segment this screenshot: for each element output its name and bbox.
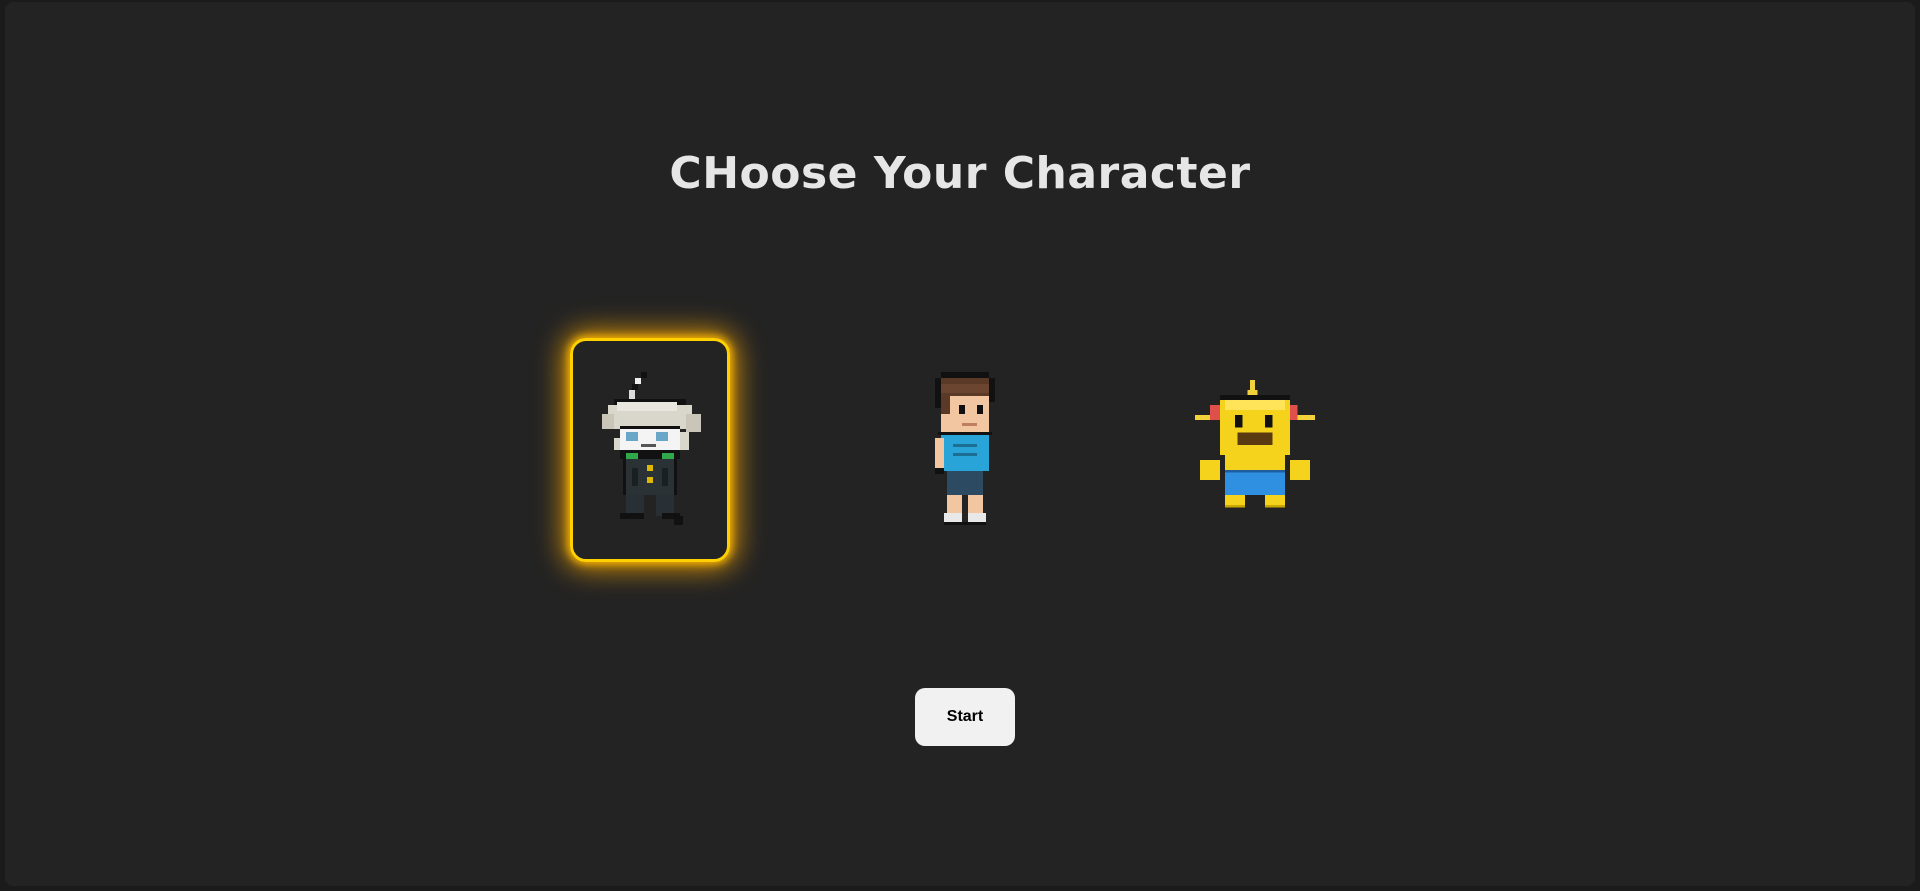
character-card-yellow-creature[interactable] xyxy=(1175,338,1335,562)
game-screen: CHoose Your Character Start xyxy=(5,2,1915,886)
character-card-brown-haired-boy[interactable] xyxy=(885,338,1045,562)
brown-haired-boy-sprite xyxy=(935,372,995,525)
yellow-creature-sprite xyxy=(1195,380,1315,508)
character-card-white-haired-boy[interactable] xyxy=(570,338,730,562)
page-title: CHoose Your Character xyxy=(669,148,1251,199)
white-haired-boy-sprite xyxy=(602,372,701,525)
start-button[interactable]: Start xyxy=(915,688,1015,746)
